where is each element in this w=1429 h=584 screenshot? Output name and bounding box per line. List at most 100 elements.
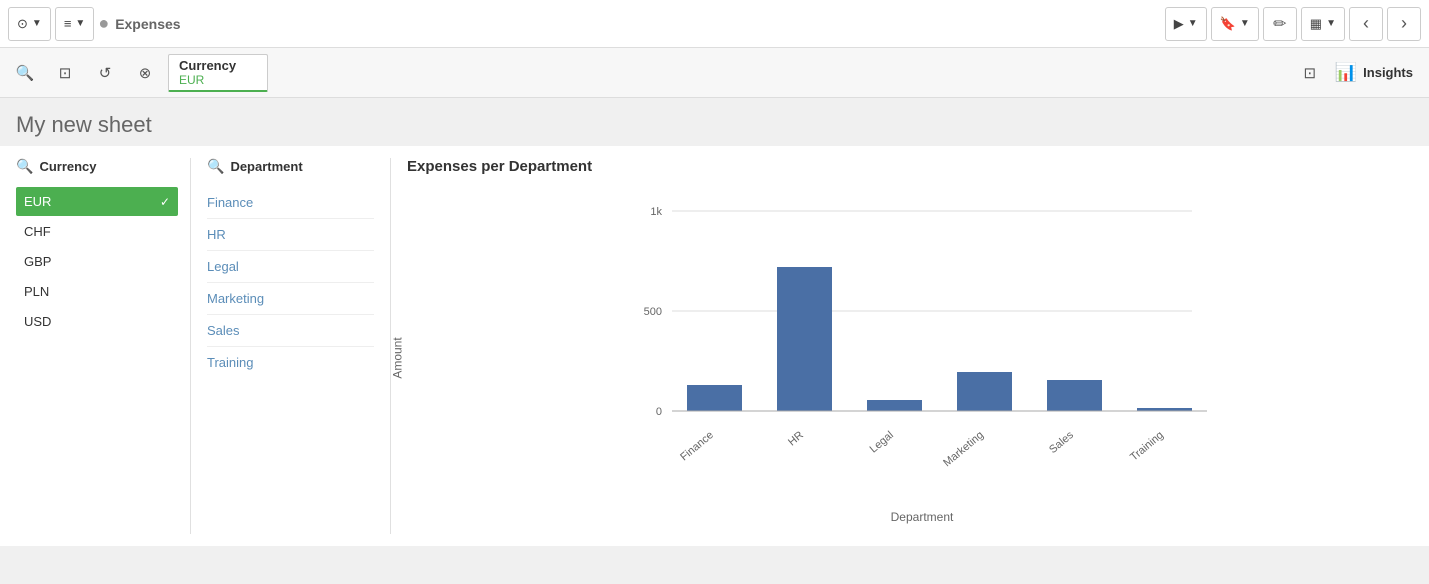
bar-hr[interactable]	[777, 267, 832, 411]
forward-button[interactable]: ›	[1387, 7, 1421, 41]
department-panel-title: Department	[230, 159, 302, 174]
svg-text:HR: HR	[786, 429, 806, 448]
svg-text:1k: 1k	[650, 206, 662, 218]
select2-icon: ⊡	[1303, 64, 1316, 82]
present-icon: ▶	[1174, 16, 1184, 32]
svg-text:Training: Training	[1128, 429, 1166, 463]
currency-item-chf[interactable]: CHF	[16, 217, 178, 246]
dept-item-training[interactable]: Training	[207, 347, 374, 378]
dept-item-hr[interactable]: HR	[207, 219, 374, 251]
rotate-icon: ↺	[99, 64, 112, 82]
dept-label-training: Training	[207, 355, 253, 370]
dept-item-sales[interactable]: Sales	[207, 315, 374, 347]
department-panel-header: 🔍 Department	[207, 158, 374, 179]
dept-item-marketing[interactable]: Marketing	[207, 283, 374, 315]
filter-bar-right: ⊡ 📊 Insights	[1293, 48, 1421, 97]
x-axis-label: Department	[447, 510, 1397, 524]
bar-sales[interactable]	[1047, 380, 1102, 411]
zoom-icon: 🔍	[16, 64, 35, 82]
currency-panel-header: 🔍 Currency	[16, 158, 178, 179]
sheet-title-bar: My new sheet	[0, 98, 1429, 146]
currency-item-usd[interactable]: USD	[16, 307, 178, 336]
department-panel: 🔍 Department Finance HR Legal Marketing …	[191, 158, 391, 534]
main-content: 🔍 Currency EUR ✓ CHF GBP PLN USD 🔍 Depar…	[0, 146, 1429, 546]
select-icon: ⊡	[59, 64, 72, 82]
zoom-tool-button[interactable]: 🔍	[8, 56, 42, 90]
back-button[interactable]: ‹	[1349, 7, 1383, 41]
dept-label-sales: Sales	[207, 323, 240, 338]
dept-label-finance: Finance	[207, 195, 253, 210]
toolbar-left: ⊙ ▼ ≡ ▼ ● Expenses	[8, 7, 181, 41]
currency-item-pln[interactable]: PLN	[16, 277, 178, 306]
sheet-title: My new sheet	[16, 112, 1413, 138]
chart-wrapper: Amount 1k 500 0	[407, 191, 1397, 524]
currency-search-icon: 🔍	[16, 158, 33, 175]
chart-button[interactable]: ▦ ▼	[1301, 7, 1345, 41]
bookmark-button[interactable]: 🔖 ▼	[1211, 7, 1259, 41]
pencil-icon: ✏	[1273, 14, 1286, 34]
dept-label-hr: HR	[207, 227, 226, 242]
top-toolbar: ⊙ ▼ ≡ ▼ ● Expenses ▶ ▼ 🔖 ▼ ✏ ▦ ▼ ‹	[0, 0, 1429, 48]
rotate-tool-button[interactable]: ↺	[88, 56, 122, 90]
svg-text:0: 0	[656, 406, 662, 418]
chart-icon: ▦	[1310, 16, 1322, 32]
list-menu-chevron: ▼	[75, 18, 85, 29]
forward-icon: ›	[1401, 13, 1407, 34]
list-menu-button[interactable]: ≡ ▼	[55, 7, 95, 41]
edit-button[interactable]: ✏	[1263, 7, 1297, 41]
dept-item-finance[interactable]: Finance	[207, 187, 374, 219]
filter-chip-label: Currency	[179, 58, 257, 73]
chart-title: Expenses per Department	[407, 158, 1397, 175]
bar-legal[interactable]	[867, 400, 922, 411]
currency-filter-chip[interactable]: Currency EUR	[168, 54, 268, 92]
currency-item-label-usd: USD	[24, 314, 51, 329]
svg-text:500: 500	[644, 306, 662, 318]
present-chevron: ▼	[1188, 18, 1198, 29]
y-axis-label: Amount	[391, 337, 405, 378]
dept-label-marketing: Marketing	[207, 291, 264, 306]
department-search-icon: 🔍	[207, 158, 224, 175]
filter-bar-left: 🔍 ⊡ ↺ ⊗ Currency EUR	[8, 48, 268, 97]
insights-chart-icon: 📊	[1335, 62, 1357, 83]
chart-area: Expenses per Department Amount 1k 500 0	[391, 158, 1413, 534]
insights-button[interactable]: 📊 Insights	[1327, 62, 1421, 83]
filter-bar: 🔍 ⊡ ↺ ⊗ Currency EUR ⊡ 📊 Insights	[0, 48, 1429, 98]
app-title-label: Expenses	[115, 16, 180, 32]
currency-item-label-eur: EUR	[24, 194, 51, 209]
select2-tool-button[interactable]: ⊡	[1293, 56, 1327, 90]
present-button[interactable]: ▶ ▼	[1165, 7, 1207, 41]
back-icon: ‹	[1363, 13, 1369, 34]
currency-panel-title: Currency	[39, 159, 96, 174]
app-menu-button[interactable]: ⊙ ▼	[8, 7, 51, 41]
currency-item-gbp[interactable]: GBP	[16, 247, 178, 276]
currency-item-label-pln: PLN	[24, 284, 49, 299]
bookmark-icon: 🔖	[1220, 16, 1236, 32]
bookmark-chevron: ▼	[1240, 18, 1250, 29]
filter-chip-value: EUR	[179, 73, 257, 87]
clear-tool-button[interactable]: ⊗	[128, 56, 162, 90]
currency-item-eur[interactable]: EUR ✓	[16, 187, 178, 216]
currency-item-label-chf: CHF	[24, 224, 51, 239]
clear-icon: ⊗	[139, 64, 152, 82]
svg-text:Marketing: Marketing	[941, 429, 986, 469]
svg-text:Legal: Legal	[868, 429, 896, 455]
dept-item-legal[interactable]: Legal	[207, 251, 374, 283]
app-menu-chevron: ▼	[32, 18, 42, 29]
app-title-area: ● Expenses	[98, 13, 180, 34]
chart-chevron: ▼	[1326, 18, 1336, 29]
check-icon: ✓	[160, 195, 170, 209]
svg-text:Sales: Sales	[1047, 429, 1076, 456]
toolbar-right: ▶ ▼ 🔖 ▼ ✏ ▦ ▼ ‹ ›	[1165, 7, 1421, 41]
bar-marketing[interactable]	[957, 372, 1012, 411]
list-icon: ≡	[64, 16, 72, 31]
compass-icon: ⊙	[17, 16, 28, 32]
svg-text:Finance: Finance	[678, 429, 716, 463]
expenses-dot-icon: ●	[98, 13, 109, 34]
currency-item-label-gbp: GBP	[24, 254, 51, 269]
select-tool-button[interactable]: ⊡	[48, 56, 82, 90]
currency-panel: 🔍 Currency EUR ✓ CHF GBP PLN USD	[16, 158, 191, 534]
bar-finance[interactable]	[687, 385, 742, 411]
insights-label: Insights	[1363, 65, 1413, 80]
dept-label-legal: Legal	[207, 259, 239, 274]
bar-chart-svg: 1k 500 0 Finance	[447, 191, 1397, 471]
